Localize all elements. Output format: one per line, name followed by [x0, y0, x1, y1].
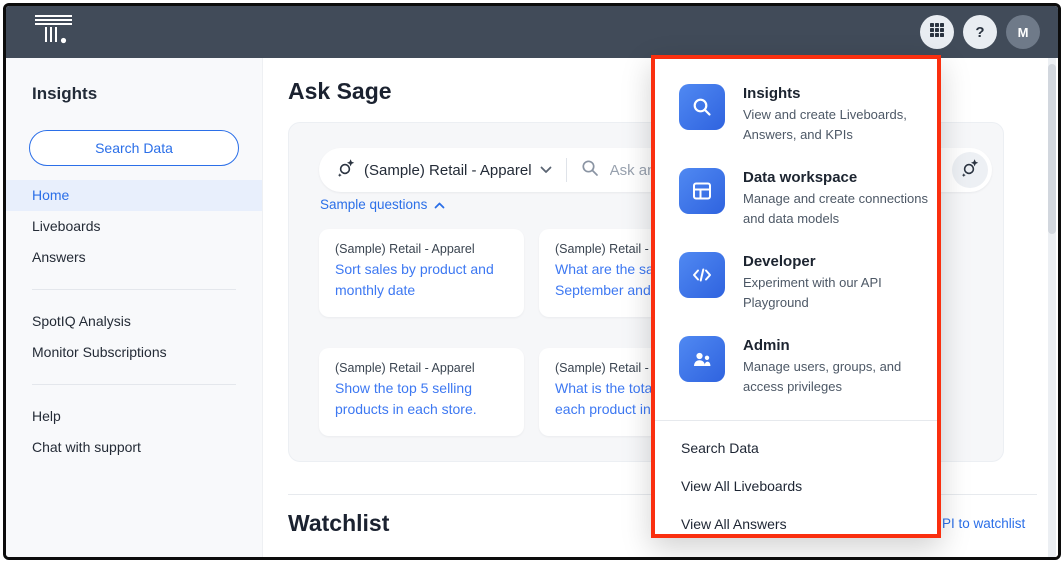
top-navbar: ? M [6, 6, 1058, 58]
sidebar-item-liveboards[interactable]: Liveboards [6, 211, 262, 242]
sidebar-divider [32, 384, 236, 385]
sample-questions-label: Sample questions [320, 197, 427, 212]
apps-dropdown-menu: Insights View and create Liveboards, Ans… [651, 55, 941, 538]
grid-icon [929, 22, 945, 42]
avatar-initial: M [1018, 25, 1029, 40]
sample-question-card[interactable]: (Sample) Retail - Apparel Show the top 5… [319, 348, 524, 436]
apps-menu-item-description: View and create Liveboards, Answers, and… [743, 105, 939, 145]
sage-button[interactable] [952, 152, 988, 188]
chevron-up-icon [434, 197, 445, 212]
apps-menu-item-admin[interactable]: Admin Manage users, groups, and access p… [679, 336, 937, 399]
apps-menu-item-title: Admin [743, 337, 939, 354]
header-actions: ? M [920, 15, 1040, 49]
sage-sparkle-icon [961, 158, 979, 182]
apps-menu-item-text: Admin Manage users, groups, and access p… [743, 336, 939, 399]
user-avatar[interactable]: M [1006, 15, 1040, 49]
apps-menu-link-view-all-liveboards[interactable]: View All Liveboards [655, 468, 937, 504]
apps-grid-button[interactable] [920, 15, 954, 49]
apps-menu-links: Search Data View All Liveboards View All… [655, 421, 937, 542]
sidebar-item-spotiq-analysis[interactable]: SpotIQ Analysis [6, 306, 262, 337]
data-workspace-icon [679, 168, 725, 214]
page-title: Ask Sage [288, 78, 392, 105]
apps-menu-item-title: Insights [743, 85, 939, 102]
sidebar-item-help[interactable]: Help [6, 401, 262, 432]
watchlist-title: Watchlist [288, 510, 389, 537]
apps-menu-link-search-data[interactable]: Search Data [655, 430, 937, 466]
scrollbar-thumb[interactable] [1048, 64, 1056, 234]
apps-menu-item-insights[interactable]: Insights View and create Liveboards, Ans… [679, 84, 937, 147]
card-source: (Sample) Retail - Apparel [335, 242, 508, 256]
sidebar-divider [32, 289, 236, 290]
search-icon [581, 159, 599, 182]
search-bar-divider [566, 158, 567, 182]
sample-questions-toggle[interactable]: Sample questions [320, 197, 445, 212]
card-question-line: products in each store. [335, 399, 508, 420]
sidebar-title: Insights [32, 84, 262, 104]
datasource-selector[interactable]: (Sample) Retail - Apparel [364, 162, 532, 179]
sidebar-nav: Home Liveboards Answers SpotIQ Analysis … [6, 180, 262, 463]
apps-menu-item-description: Manage users, groups, and access privile… [743, 357, 939, 397]
add-kpi-to-watchlist-link[interactable]: PI to watchlist [942, 516, 1025, 531]
sidebar-item-home[interactable]: Home [6, 180, 262, 211]
apps-menu-item-description: Manage and create connections and data m… [743, 189, 939, 229]
sidebar-item-chat-with-support[interactable]: Chat with support [6, 432, 262, 463]
search-data-button[interactable]: Search Data [29, 130, 239, 166]
apps-menu-item-title: Developer [743, 253, 939, 270]
apps-menu-item-text: Data workspace Manage and create connect… [743, 168, 939, 231]
apps-menu-link-view-all-answers[interactable]: View All Answers [655, 506, 937, 542]
app-window: ? M Insights Search Data Home Liveboards… [3, 3, 1061, 560]
apps-menu-item-data-workspace[interactable]: Data workspace Manage and create connect… [679, 168, 937, 231]
apps-menu-item-developer[interactable]: Developer Experiment with our API Playgr… [679, 252, 937, 315]
admin-users-icon [679, 336, 725, 382]
search-icon [679, 84, 725, 130]
sample-question-card[interactable]: (Sample) Retail - Apparel Sort sales by … [319, 229, 524, 317]
apps-menu-item-description: Experiment with our API Playground [743, 273, 939, 313]
thoughtspot-logo-icon [34, 14, 74, 50]
chevron-down-icon[interactable] [540, 161, 552, 179]
apps-menu-item-text: Developer Experiment with our API Playgr… [743, 252, 939, 315]
card-question-line: monthly date [335, 280, 508, 301]
card-question-line: Sort sales by product and [335, 259, 508, 280]
card-question-line: Show the top 5 selling [335, 378, 508, 399]
card-source: (Sample) Retail - Apparel [335, 361, 508, 375]
sage-sparkle-icon [337, 158, 355, 182]
help-button[interactable]: ? [963, 15, 997, 49]
scrollbar-track[interactable] [1048, 58, 1056, 557]
sidebar-item-monitor-subscriptions[interactable]: Monitor Subscriptions [6, 337, 262, 368]
question-mark-icon: ? [975, 24, 984, 41]
developer-icon [679, 252, 725, 298]
left-sidebar: Insights Search Data Home Liveboards Ans… [6, 58, 263, 557]
apps-menu-items: Insights View and create Liveboards, Ans… [655, 59, 937, 399]
screenshot-stage: ? M Insights Search Data Home Liveboards… [0, 0, 1064, 563]
apps-menu-item-text: Insights View and create Liveboards, Ans… [743, 84, 939, 147]
apps-menu-item-title: Data workspace [743, 169, 939, 186]
sidebar-item-answers[interactable]: Answers [6, 242, 262, 273]
